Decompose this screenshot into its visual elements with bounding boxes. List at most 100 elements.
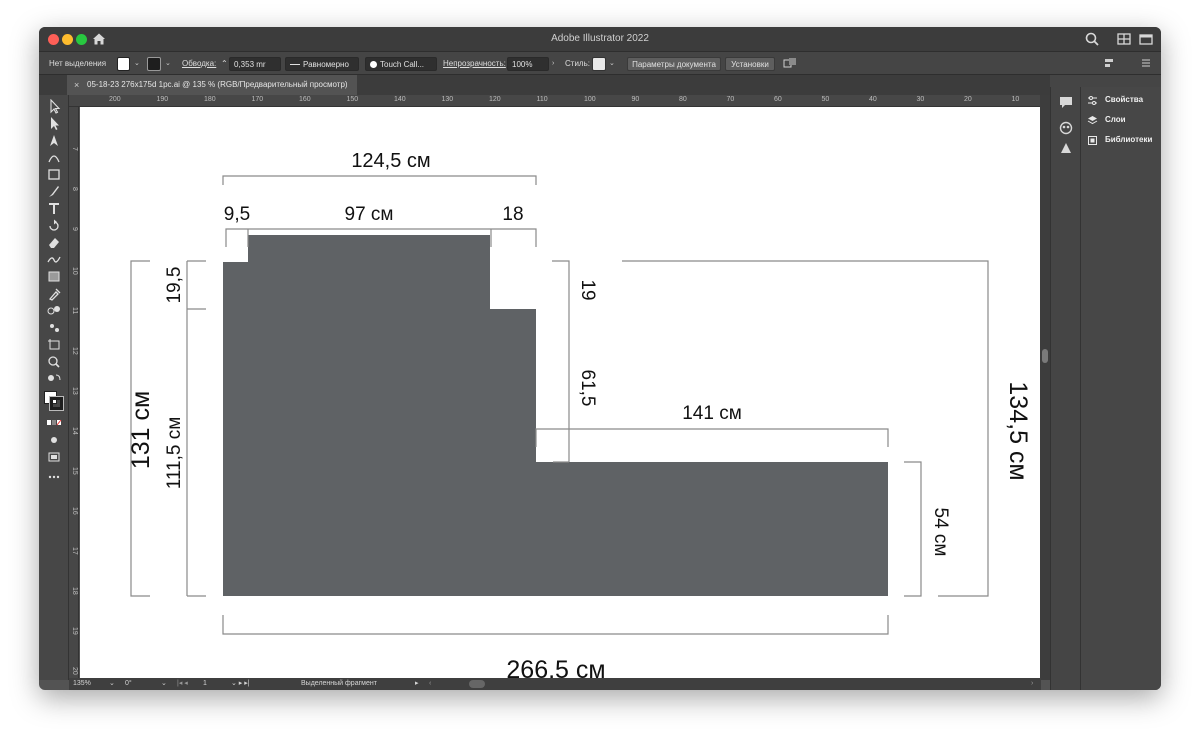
rotate-tool-icon[interactable] [45, 218, 63, 233]
eraser-tool-icon[interactable] [45, 235, 63, 250]
comments-icon[interactable] [1059, 95, 1073, 109]
zoom-level[interactable]: 135% [73, 678, 91, 690]
panel-item-label: Библиотеки [1105, 135, 1153, 144]
ruler-tick-label: 130 [441, 96, 454, 103]
ruler-tick-label: 10 [71, 267, 78, 275]
ruler-tick-label: 18 [71, 587, 78, 595]
stroke-stepper-icon[interactable]: ⌃ [221, 57, 228, 71]
ruler-tick-label: 90 [631, 96, 640, 103]
ruler-tick-label: 7 [71, 147, 78, 151]
direct-selection-tool-icon[interactable] [45, 116, 63, 131]
panel-icon-strip [1050, 87, 1080, 690]
app-window: Adobe Illustrator 2022 Нет выделения ⌄ ⌄… [39, 27, 1161, 690]
selection-tool-icon[interactable] [45, 98, 63, 114]
swap-fill-stroke-icon[interactable] [45, 371, 63, 386]
scroll-right-icon[interactable]: › [1031, 678, 1033, 690]
vertical-ruler[interactable]: 7 8 9 10 11 12 13 14 15 16 17 18 19 20 [69, 107, 79, 678]
ruler-tick-label: 9 [71, 227, 78, 231]
stroke-dropdown-chevron-icon[interactable]: ⌄ [165, 57, 171, 71]
opacity-field[interactable]: 100% [507, 57, 549, 71]
stroke-label[interactable]: Обводка: [182, 57, 216, 71]
stroke-swatch[interactable] [147, 57, 161, 71]
workspace-layout-icon[interactable] [1116, 31, 1132, 47]
artboard-tool-icon[interactable] [45, 337, 63, 352]
arrange-documents-icon[interactable] [1138, 31, 1154, 47]
screen-mode-icon[interactable] [45, 449, 63, 464]
rotation-dropdown-chevron-icon[interactable]: ⌄ [161, 678, 167, 690]
ruler-tick-label: 13 [71, 387, 78, 395]
ruler-tick-label: 14 [71, 427, 78, 435]
more-tools-icon[interactable] [45, 469, 63, 484]
warp-tool-icon[interactable] [45, 252, 63, 267]
dim-label-top-total: 124,5 см [351, 150, 430, 172]
dim-label-top-right: 18 [502, 204, 523, 225]
ruler-tick-label: 11 [71, 307, 78, 315]
horizontal-scroll-thumb[interactable] [469, 680, 485, 688]
opacity-label[interactable]: Непрозрачность: [443, 57, 506, 71]
color-mode-icons[interactable] [45, 415, 63, 430]
status-bar: 135% ⌄ 0° ⌄ |◂ ◂ 1 ⌄ ▸ ▸| Выделенный фра… [69, 678, 1041, 690]
color-panel-icon[interactable] [1059, 121, 1073, 135]
artboard-nav-icon[interactable]: ⌄ ▸ ▸| [231, 678, 250, 690]
eyedropper-tool-icon[interactable] [45, 286, 63, 301]
panel-menu-icon[interactable] [1140, 57, 1152, 71]
ruler-tick-label: 160 [299, 96, 311, 103]
brush-select[interactable]: Touch Call... [365, 57, 437, 71]
paintbrush-tool-icon[interactable] [45, 184, 63, 199]
status-menu-icon[interactable]: ▸ [415, 678, 419, 690]
stroke-color-box[interactable] [49, 396, 64, 411]
rectangle-tool-icon[interactable] [45, 167, 63, 182]
fill-swatch[interactable] [117, 57, 130, 71]
style-dropdown-chevron-icon[interactable]: ⌄ [609, 57, 615, 71]
rotation-value[interactable]: 0° [125, 678, 132, 690]
stroke-weight-field[interactable]: 0,353 mr [229, 57, 281, 71]
document-settings-button[interactable]: Параметры документа [627, 57, 721, 71]
type-tool-icon[interactable] [45, 201, 63, 216]
first-artboard-icon[interactable]: |◂ ◂ [177, 678, 188, 690]
zoom-tool-icon[interactable] [45, 354, 63, 369]
preferences-button[interactable]: Установки [725, 57, 775, 71]
ruler-tick-label: 120 [489, 96, 501, 103]
dim-label-right-step: 61,5 [577, 370, 598, 407]
ruler-tick-label: 40 [869, 96, 877, 103]
appearance-panel-icon[interactable] [1059, 141, 1073, 155]
zoom-dropdown-chevron-icon[interactable]: ⌄ [109, 678, 115, 690]
arrange-icon[interactable] [783, 57, 799, 71]
curvature-tool-icon[interactable] [45, 150, 63, 165]
ruler-tick-label: 17 [71, 547, 78, 555]
draw-mode-icon[interactable] [45, 432, 63, 447]
properties-panel: Свойства Слои Библиотеки [1080, 87, 1161, 690]
gradient-tool-icon[interactable] [45, 269, 63, 284]
ruler-tick-label: 200 [109, 96, 121, 103]
document-tab[interactable]: × 05-18-23 276x175d 1pc.ai @ 135 % (RGB/… [67, 75, 357, 95]
floor-plan-drawing[interactable]: 124,5 см 9,5 97 см 18 19,5 111,5 см 131 … [80, 107, 1040, 678]
align-icon[interactable] [1103, 57, 1115, 71]
layers-icon [1087, 116, 1098, 125]
close-tab-icon[interactable]: × [74, 75, 79, 95]
dim-label-right-low: 54 см [930, 508, 951, 557]
ruler-tick-label: 70 [726, 96, 735, 103]
dim-label-left-body: 111,5 см [164, 417, 185, 490]
sofa-shape[interactable] [223, 235, 888, 596]
stroke-profile-select[interactable]: Равномерно [285, 57, 359, 71]
artboard-number[interactable]: 1 [203, 678, 207, 690]
libraries-icon [1088, 136, 1097, 145]
vertical-scrollbar[interactable] [1040, 95, 1050, 680]
blend-tool-icon[interactable] [45, 303, 63, 318]
ruler-tick-label: 8 [71, 187, 78, 191]
symbol-sprayer-tool-icon[interactable] [45, 320, 63, 335]
style-swatch[interactable] [592, 57, 606, 71]
artboard-canvas[interactable]: 124,5 см 9,5 97 см 18 19,5 111,5 см 131 … [80, 107, 1040, 678]
fill-dropdown-chevron-icon[interactable]: ⌄ [134, 57, 140, 71]
pen-tool-icon[interactable] [45, 133, 63, 148]
opacity-arrow-icon[interactable]: › [552, 57, 554, 71]
ruler-tick-label: 15 [71, 467, 78, 475]
control-bar: Нет выделения ⌄ ⌄ Обводка: ⌃ 0,353 mr Ра… [39, 51, 1161, 75]
scroll-left-icon[interactable]: ‹ [429, 678, 431, 690]
horizontal-ruler[interactable]: 200 190 180 170 160 150 140 130 120 110 100 90 80 70 6… [69, 95, 1041, 107]
search-icon[interactable] [1084, 31, 1100, 47]
sliders-icon [1088, 96, 1097, 105]
ruler-tick-label: 16 [71, 507, 78, 515]
ruler-tick-label: 80 [679, 96, 687, 103]
vertical-scroll-thumb[interactable] [1042, 349, 1048, 363]
